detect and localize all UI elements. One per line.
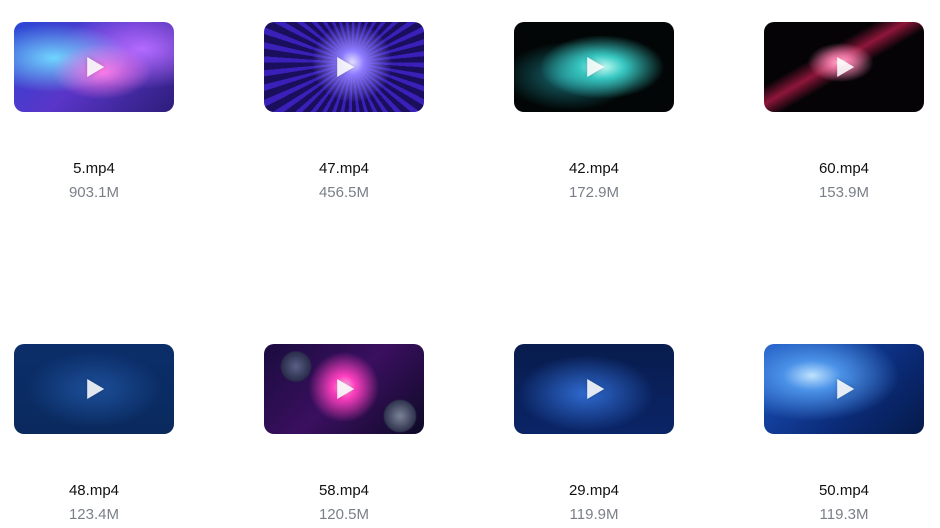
play-icon[interactable]	[587, 57, 605, 77]
video-filename[interactable]: 5.mp4	[0, 159, 204, 179]
play-icon[interactable]	[337, 379, 355, 399]
video-filesize: 456.5M	[318, 184, 370, 201]
video-item[interactable]: 42.mp4 172.9M	[484, 22, 704, 203]
video-item[interactable]: 60.mp4 153.9M	[734, 22, 940, 203]
play-icon[interactable]	[87, 379, 105, 399]
play-icon[interactable]	[587, 379, 605, 399]
video-filesize: 123.4M	[68, 506, 120, 523]
video-filesize: 119.9M	[569, 506, 619, 523]
video-thumbnail[interactable]	[514, 22, 674, 112]
video-thumbnail[interactable]	[264, 344, 424, 434]
video-grid: 5.mp4 903.1M 47.mp4 456.5M 42.mp4 172.9M…	[0, 0, 940, 528]
video-filesize: 153.9M	[818, 184, 870, 201]
video-filesize: 172.9M	[568, 184, 620, 201]
video-thumbnail[interactable]	[14, 344, 174, 434]
video-item[interactable]: 48.mp4 123.4M	[0, 344, 204, 525]
video-filename[interactable]: 48.mp4	[0, 481, 204, 501]
video-filesize: 120.5M	[318, 506, 370, 523]
video-thumbnail[interactable]	[764, 22, 924, 112]
video-thumbnail[interactable]	[264, 22, 424, 112]
play-icon[interactable]	[837, 57, 855, 77]
video-item[interactable]: 47.mp4 456.5M	[234, 22, 454, 203]
video-filename[interactable]: 60.mp4	[734, 159, 940, 179]
video-filesize: 119.3M	[819, 506, 869, 523]
video-thumbnail[interactable]	[14, 22, 174, 112]
video-filename[interactable]: 50.mp4	[734, 481, 940, 501]
video-item[interactable]: 58.mp4 120.5M	[234, 344, 454, 525]
video-thumbnail[interactable]	[764, 344, 924, 434]
video-filename[interactable]: 42.mp4	[484, 159, 704, 179]
video-filename[interactable]: 58.mp4	[234, 481, 454, 501]
video-thumbnail[interactable]	[514, 344, 674, 434]
play-icon[interactable]	[837, 379, 855, 399]
play-icon[interactable]	[87, 57, 105, 77]
video-filename[interactable]: 29.mp4	[484, 481, 704, 501]
play-icon[interactable]	[337, 57, 355, 77]
video-filename[interactable]: 47.mp4	[234, 159, 454, 179]
video-item[interactable]: 5.mp4 903.1M	[0, 22, 204, 203]
video-item[interactable]: 29.mp4 119.9M	[484, 344, 704, 525]
video-filesize: 903.1M	[68, 184, 120, 201]
video-item[interactable]: 50.mp4 119.3M	[734, 344, 940, 525]
